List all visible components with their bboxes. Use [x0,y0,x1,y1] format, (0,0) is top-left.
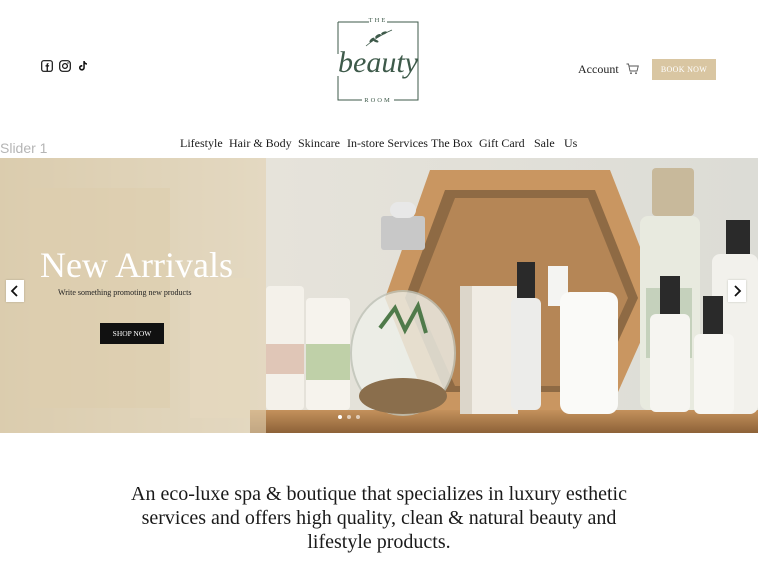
prev-slide-button[interactable] [6,280,24,302]
slide-dot[interactable] [356,415,360,419]
chevron-left-icon [10,285,18,297]
tiktok-icon[interactable] [77,60,89,72]
slide-dot[interactable] [338,415,342,419]
nav-item-us[interactable]: Us [564,136,577,151]
cart-icon[interactable] [626,63,639,75]
slide-indicators [338,415,360,419]
next-slide-button[interactable] [728,280,746,302]
book-now-button[interactable]: BOOK NOW [652,59,716,80]
facebook-icon[interactable] [41,60,53,72]
logo-script-text: beauty [338,46,419,79]
instagram-icon[interactable] [59,60,71,72]
account-link[interactable]: Account [578,62,619,77]
hero-title: New Arrivals [40,245,233,285]
nav-item-in-store-services[interactable]: In-store Services [347,136,428,151]
shop-now-button[interactable]: SHOP NOW [100,323,164,344]
hero-slider: New Arrivals Write something promoting n… [0,158,758,433]
nav-item-skincare[interactable]: Skincare [298,136,340,151]
tagline: An eco-luxe spa & boutique that speciali… [131,483,627,553]
chevron-right-icon [734,285,742,297]
hero-subtitle: Write something promoting new products [58,288,192,297]
slider-label: Slider 1 [0,140,48,156]
logo[interactable]: THE beauty ROOM [312,14,444,106]
logo-bottom-text: ROOM [364,97,392,104]
leaf-icon [365,29,393,47]
social-links [41,60,89,72]
nav-item-sale[interactable]: Sale [534,136,555,151]
nav-item-lifestyle[interactable]: Lifestyle [180,136,223,151]
nav-item-the-box[interactable]: The Box [431,136,473,151]
logo-top-text: THE [369,17,388,24]
nav-item-hair-body[interactable]: Hair & Body [229,136,292,151]
slide-dot[interactable] [347,415,351,419]
nav-item-gift-card[interactable]: Gift Card [479,136,525,151]
